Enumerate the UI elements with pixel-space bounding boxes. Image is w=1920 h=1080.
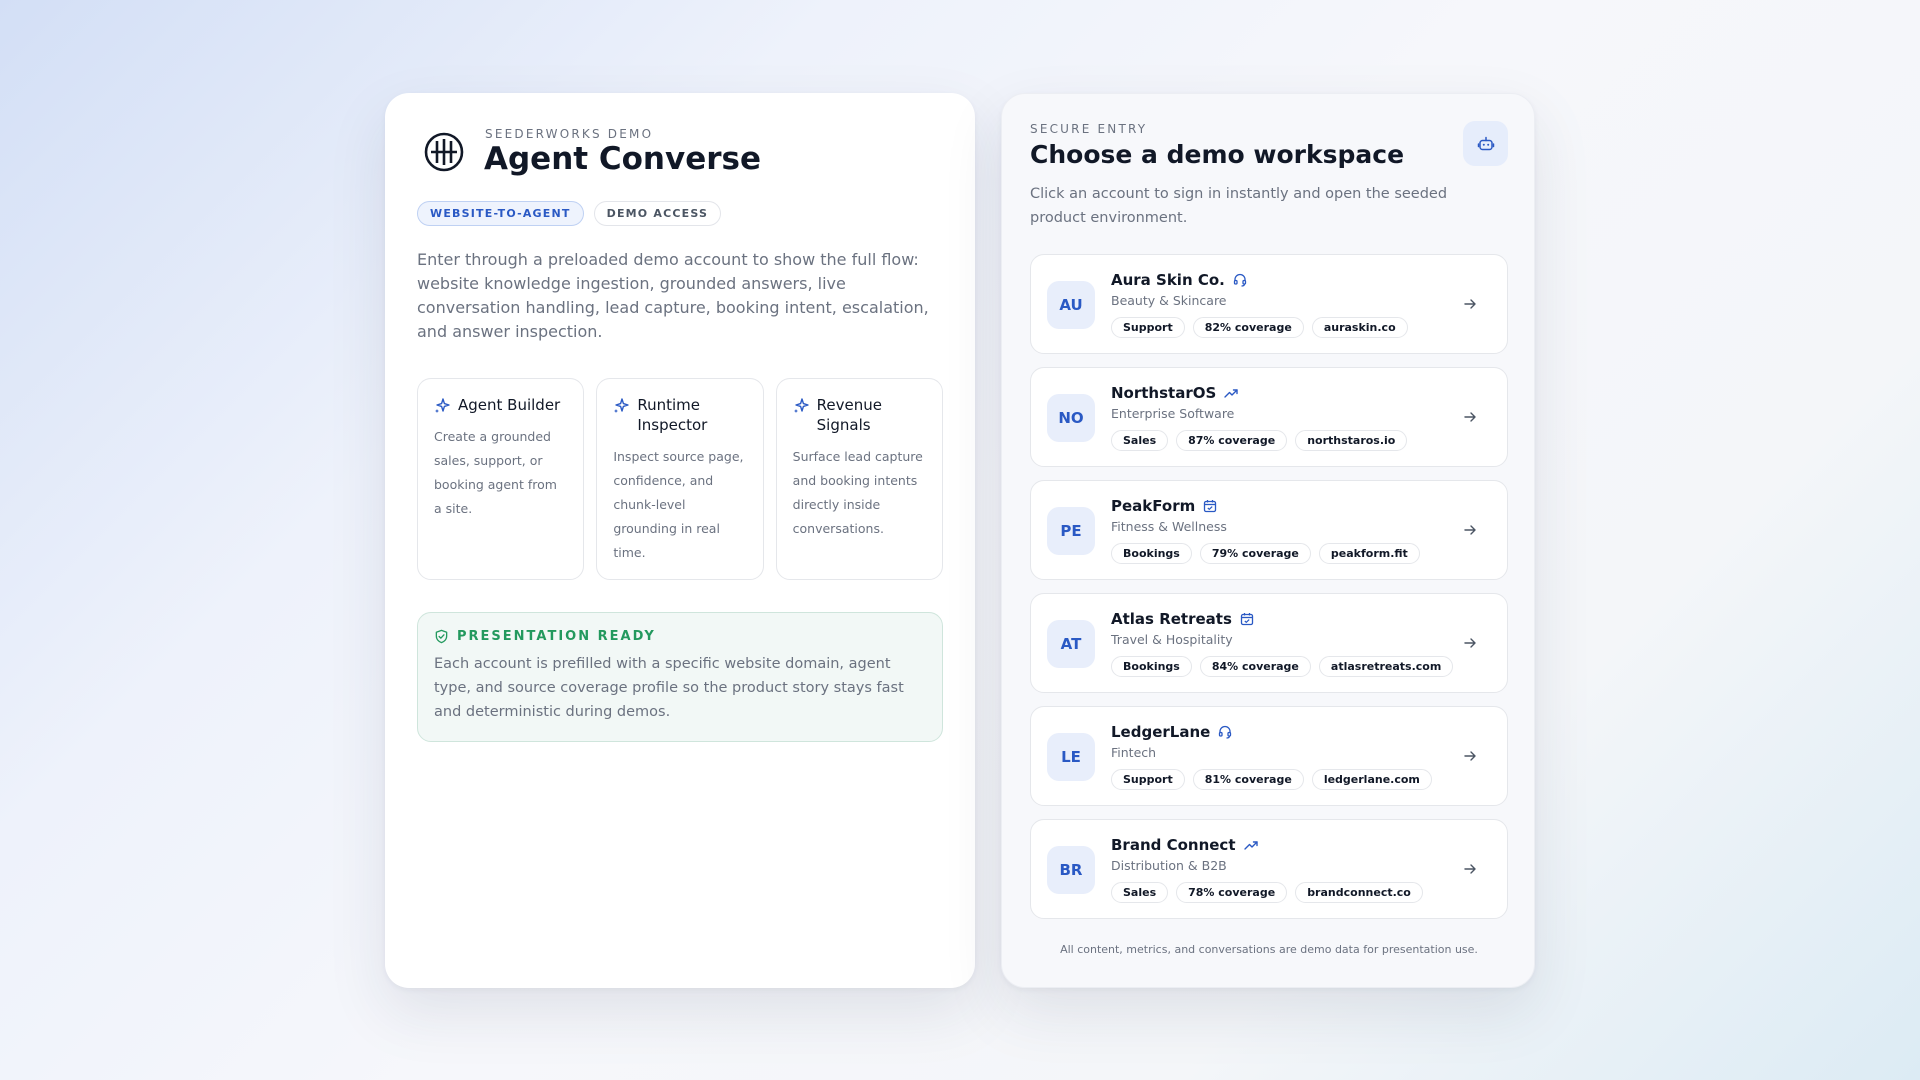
account-type-tag: Sales — [1111, 430, 1169, 451]
account-industry: Fintech — [1111, 745, 1157, 760]
account-card-aura-skin[interactable]: AU Aura Skin Co. Beauty & Skincare Suppo… — [1030, 254, 1508, 354]
account-industry: Beauty & Skincare — [1111, 293, 1227, 308]
account-domain-tag: atlasretreats.com — [1318, 656, 1454, 677]
entry-title: Choose a demo workspace — [1030, 140, 1405, 169]
account-domain-tag: peakform.fit — [1318, 543, 1420, 564]
footer-note: All content, metrics, and conversations … — [1060, 943, 1478, 956]
account-coverage-tag: 82% coverage — [1192, 317, 1304, 338]
trending-up-icon — [1224, 389, 1238, 398]
account-domain-tag: ledgerlane.com — [1311, 769, 1432, 790]
account-type-tag: Sales — [1111, 882, 1169, 903]
feature-desc: Inspect source page, confidence, and chu… — [613, 449, 744, 560]
account-name: LedgerLane — [1111, 723, 1211, 741]
account-domain-tag: auraskin.co — [1311, 317, 1408, 338]
calendar-icon — [1240, 613, 1254, 626]
account-card-brand-connect[interactable]: BR Brand Connect Distribution & B2B Sale… — [1030, 819, 1508, 919]
account-domain-tag: northstaros.io — [1295, 430, 1408, 451]
brand-eyebrow: SEEDERWORKS DEMO — [485, 127, 654, 141]
logo-icon — [424, 132, 464, 172]
presentation-ready-panel: PRESENTATION READY Each account is prefi… — [417, 612, 943, 742]
account-list: AU Aura Skin Co. Beauty & Skincare Suppo… — [1030, 254, 1508, 932]
account-card-atlas-retreats[interactable]: AT Atlas Retreats Travel & Hospitality B… — [1030, 593, 1508, 693]
sparkle-icon — [435, 398, 450, 413]
account-avatar: AU — [1047, 281, 1095, 329]
account-domain-tag: brandconnect.co — [1295, 882, 1423, 903]
account-name: Aura Skin Co. — [1111, 271, 1225, 289]
account-industry: Travel & Hospitality — [1111, 632, 1233, 647]
account-avatar: NO — [1047, 394, 1095, 442]
feature-title: Agent Builder — [458, 396, 561, 414]
arrow-right-icon — [1464, 299, 1476, 309]
trending-up-icon — [1243, 841, 1258, 850]
account-type-tag: Bookings — [1111, 656, 1192, 677]
arrow-right-icon — [1464, 525, 1476, 535]
intro-text: Enter through a preloaded demo account t… — [417, 250, 929, 341]
entry-eyebrow: SECURE ENTRY — [1030, 122, 1148, 136]
feature-card-agent-builder: Agent Builder Create a grounded sales, s… — [417, 378, 585, 580]
account-coverage-tag: 87% coverage — [1176, 430, 1288, 451]
feature-desc: Surface lead capture and booking intents… — [792, 449, 923, 536]
account-coverage-tag: 81% coverage — [1192, 769, 1304, 790]
arrow-right-icon — [1464, 638, 1476, 648]
feature-card-runtime-inspector: Runtime Inspector Inspect source page, c… — [596, 378, 764, 580]
arrow-right-icon — [1464, 412, 1476, 422]
headset-icon — [1219, 725, 1232, 739]
pill-group: WEBSITE-TO-AGENT DEMO ACCESS — [417, 201, 722, 226]
account-name: Brand Connect — [1111, 836, 1236, 854]
feature-title: Revenue Signals — [816, 396, 882, 434]
feature-card-revenue-signals: Revenue Signals Surface lead capture and… — [775, 378, 943, 580]
arrow-right-icon — [1464, 751, 1476, 761]
account-name: NorthstarOS — [1111, 384, 1217, 402]
entry-desc: Click an account to sign in instantly an… — [1030, 186, 1448, 226]
account-name: Atlas Retreats — [1111, 610, 1232, 628]
account-type-tag: Support — [1111, 769, 1185, 790]
account-type-tag: Support — [1111, 317, 1185, 338]
account-coverage-tag: 78% coverage — [1176, 882, 1288, 903]
arrow-right-icon — [1464, 864, 1476, 874]
sparkle-icon — [793, 398, 809, 413]
feature-list: Agent Builder Create a grounded sales, s… — [417, 378, 943, 580]
account-name: PeakForm — [1111, 497, 1196, 515]
pill-demo-access: DEMO ACCESS — [593, 201, 722, 226]
shield-check-icon — [435, 629, 448, 644]
bot-icon — [1477, 136, 1494, 150]
sparkle-icon — [614, 398, 630, 413]
account-avatar: AT — [1047, 620, 1095, 668]
account-industry: Distribution & B2B — [1111, 858, 1227, 873]
account-coverage-tag: 79% coverage — [1199, 543, 1311, 564]
account-industry: Fitness & Wellness — [1111, 519, 1227, 534]
bot-button[interactable] — [1463, 121, 1508, 166]
account-coverage-tag: 84% coverage — [1199, 656, 1311, 677]
headset-icon — [1233, 273, 1247, 287]
feature-desc: Create a grounded sales, support, or boo… — [434, 429, 557, 516]
page-title: Agent Converse — [484, 141, 762, 177]
account-card-peakform[interactable]: PE PeakForm Fitness & Wellness Bookings … — [1030, 480, 1508, 580]
calendar-icon — [1204, 500, 1217, 513]
account-industry: Enterprise Software — [1111, 406, 1235, 421]
ready-desc: Each account is prefilled with a specifi… — [434, 656, 904, 720]
account-avatar: LE — [1047, 733, 1095, 781]
intro-panel: SEEDERWORKS DEMO Agent Converse WEBSITE-… — [385, 93, 975, 988]
account-type-tag: Bookings — [1111, 543, 1192, 564]
account-card-ledgerlane[interactable]: LE LedgerLane Fintech Support 81% covera… — [1030, 706, 1508, 806]
account-avatar: PE — [1047, 507, 1095, 555]
account-avatar: BR — [1047, 846, 1095, 894]
account-card-northstaros[interactable]: NO NorthstarOS Enterprise Software Sales… — [1030, 367, 1508, 467]
feature-title: Runtime Inspector — [637, 396, 708, 434]
ready-title: PRESENTATION READY — [457, 629, 656, 644]
pill-website-to-agent: WEBSITE-TO-AGENT — [417, 201, 584, 226]
workspace-panel: SECURE ENTRY Choose a demo workspace Cli… — [1001, 93, 1535, 988]
